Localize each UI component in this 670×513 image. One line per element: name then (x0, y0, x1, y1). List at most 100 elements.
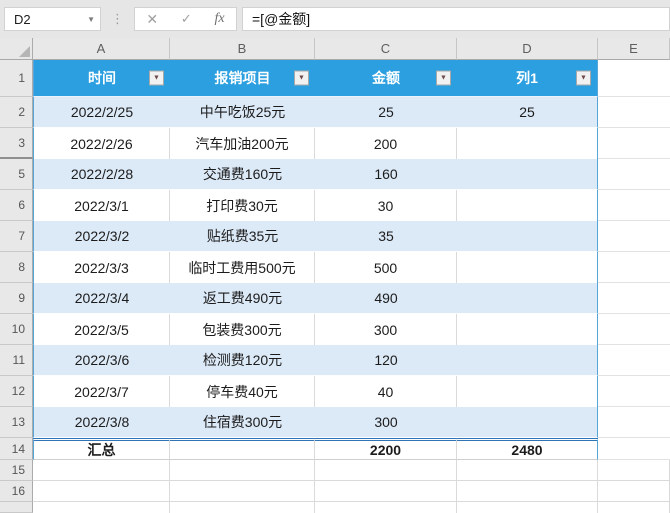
cell-d5[interactable] (457, 159, 598, 190)
cell-e16[interactable] (598, 481, 670, 502)
cell-b8[interactable]: 临时工费用500元 (170, 252, 315, 283)
select-all-corner[interactable] (0, 38, 33, 60)
cell-d15[interactable] (457, 460, 598, 481)
cell-d11[interactable] (457, 345, 598, 376)
filter-dropdown-icon[interactable]: ▼ (294, 70, 309, 86)
cell-e11[interactable] (598, 345, 670, 376)
cell-b16[interactable] (170, 481, 315, 502)
cell-a8[interactable]: 2022/3/3 (33, 252, 170, 283)
cell-a6[interactable]: 2022/3/1 (33, 190, 170, 221)
total-cell-a14[interactable]: 汇总 (33, 438, 170, 460)
cell-a13[interactable]: 2022/3/8 (33, 407, 170, 438)
row-header-5[interactable]: 5 (0, 159, 33, 190)
cell-a16[interactable] (33, 481, 170, 502)
filter-dropdown-icon[interactable]: ▼ (149, 70, 164, 86)
cell-d2[interactable]: 25 (457, 97, 598, 128)
formula-input[interactable]: =[@金额] (242, 7, 670, 31)
table-header-cell[interactable]: 报销项目 ▼ (170, 60, 315, 97)
cancel-icon[interactable]: ✕ (146, 11, 158, 28)
table-header-cell[interactable]: 金额 ▼ (315, 60, 457, 97)
filter-dropdown-icon[interactable]: ▼ (576, 70, 591, 86)
cell-b5[interactable]: 交通费160元 (170, 159, 315, 190)
row-header-7[interactable]: 7 (0, 221, 33, 252)
cell-a11[interactable]: 2022/3/6 (33, 345, 170, 376)
cell-c16[interactable] (315, 481, 457, 502)
cell-c5[interactable]: 160 (315, 159, 457, 190)
cell-e10[interactable] (598, 314, 670, 345)
cell-b12[interactable]: 停车费40元 (170, 376, 315, 407)
column-header-A[interactable]: A (33, 38, 170, 60)
cell-d6[interactable] (457, 190, 598, 221)
cell-d7[interactable] (457, 221, 598, 252)
row-header-12[interactable]: 12 (0, 376, 33, 407)
cell-b13[interactable]: 住宿费300元 (170, 407, 315, 438)
cell-d8[interactable] (457, 252, 598, 283)
cell-b3[interactable]: 汽车加油200元 (170, 128, 315, 159)
table-header-cell[interactable]: 时间 ▼ (33, 60, 170, 97)
total-cell-b14[interactable] (170, 438, 315, 460)
row-header-11[interactable]: 11 (0, 345, 33, 376)
cell-a5[interactable]: 2022/2/28 (33, 159, 170, 190)
row-header-13[interactable]: 13 (0, 407, 33, 438)
cell-d13[interactable] (457, 407, 598, 438)
cell-e14[interactable] (598, 438, 670, 460)
cell-e13[interactable] (598, 407, 670, 438)
row-header-15[interactable]: 15 (0, 460, 33, 481)
cell-d16[interactable] (457, 481, 598, 502)
cell-b2[interactable]: 中午吃饭25元 (170, 97, 315, 128)
cell-e3[interactable] (598, 128, 670, 159)
name-box-dropdown-icon[interactable]: ▼ (87, 15, 95, 24)
cell-b6[interactable]: 打印费30元 (170, 190, 315, 221)
row-header-8[interactable]: 8 (0, 252, 33, 283)
cell-d3[interactable] (457, 128, 598, 159)
cell-c7[interactable]: 35 (315, 221, 457, 252)
cell-e6[interactable] (598, 190, 670, 221)
total-cell-d14[interactable]: 2480 (457, 438, 598, 460)
name-box[interactable]: D2 ▼ (4, 7, 101, 31)
cell-c9[interactable]: 490 (315, 283, 457, 314)
cell-b7[interactable]: 贴纸费35元 (170, 221, 315, 252)
row-header-3[interactable]: 3 (0, 128, 33, 159)
cell-c15[interactable] (315, 460, 457, 481)
row-header-6[interactable]: 6 (0, 190, 33, 221)
enter-icon[interactable]: ✓ (181, 11, 192, 27)
cell-c2[interactable]: 25 (315, 97, 457, 128)
cell-c3[interactable]: 200 (315, 128, 457, 159)
cell-b15[interactable] (170, 460, 315, 481)
cell-c12[interactable]: 40 (315, 376, 457, 407)
cell-b10[interactable]: 包装费300元 (170, 314, 315, 345)
cell-a12[interactable]: 2022/3/7 (33, 376, 170, 407)
row-header-10[interactable]: 10 (0, 314, 33, 345)
cell-a10[interactable]: 2022/3/5 (33, 314, 170, 345)
column-header-D[interactable]: D (457, 38, 598, 60)
table-header-cell[interactable]: 列1 ▼ (457, 60, 598, 97)
row-header-14[interactable]: 14 (0, 438, 33, 460)
cell-e12[interactable] (598, 376, 670, 407)
cell-e5[interactable] (598, 159, 670, 190)
cell-c13[interactable]: 300 (315, 407, 457, 438)
row-header-2[interactable]: 2 (0, 97, 33, 128)
filter-dropdown-icon[interactable]: ▼ (436, 70, 451, 86)
row-header-1[interactable]: 1 (0, 60, 33, 97)
cell-e1[interactable] (598, 60, 670, 97)
cell-e7[interactable] (598, 221, 670, 252)
cell-b11[interactable]: 检测费120元 (170, 345, 315, 376)
cell-e15[interactable] (598, 460, 670, 481)
cell-e2[interactable] (598, 97, 670, 128)
cell-e8[interactable] (598, 252, 670, 283)
column-header-B[interactable]: B (170, 38, 315, 60)
cell-a3[interactable]: 2022/2/26 (33, 128, 170, 159)
column-header-E[interactable]: E (598, 38, 670, 60)
column-header-C[interactable]: C (315, 38, 457, 60)
cell-c6[interactable]: 30 (315, 190, 457, 221)
cell-c10[interactable]: 300 (315, 314, 457, 345)
cell-c11[interactable]: 120 (315, 345, 457, 376)
cell-e9[interactable] (598, 283, 670, 314)
row-header-9[interactable]: 9 (0, 283, 33, 314)
total-cell-c14[interactable]: 2200 (315, 438, 457, 460)
row-header-16[interactable]: 16 (0, 481, 33, 502)
cell-d12[interactable] (457, 376, 598, 407)
cell-a2[interactable]: 2022/2/25 (33, 97, 170, 128)
cell-c8[interactable]: 500 (315, 252, 457, 283)
cell-a15[interactable] (33, 460, 170, 481)
